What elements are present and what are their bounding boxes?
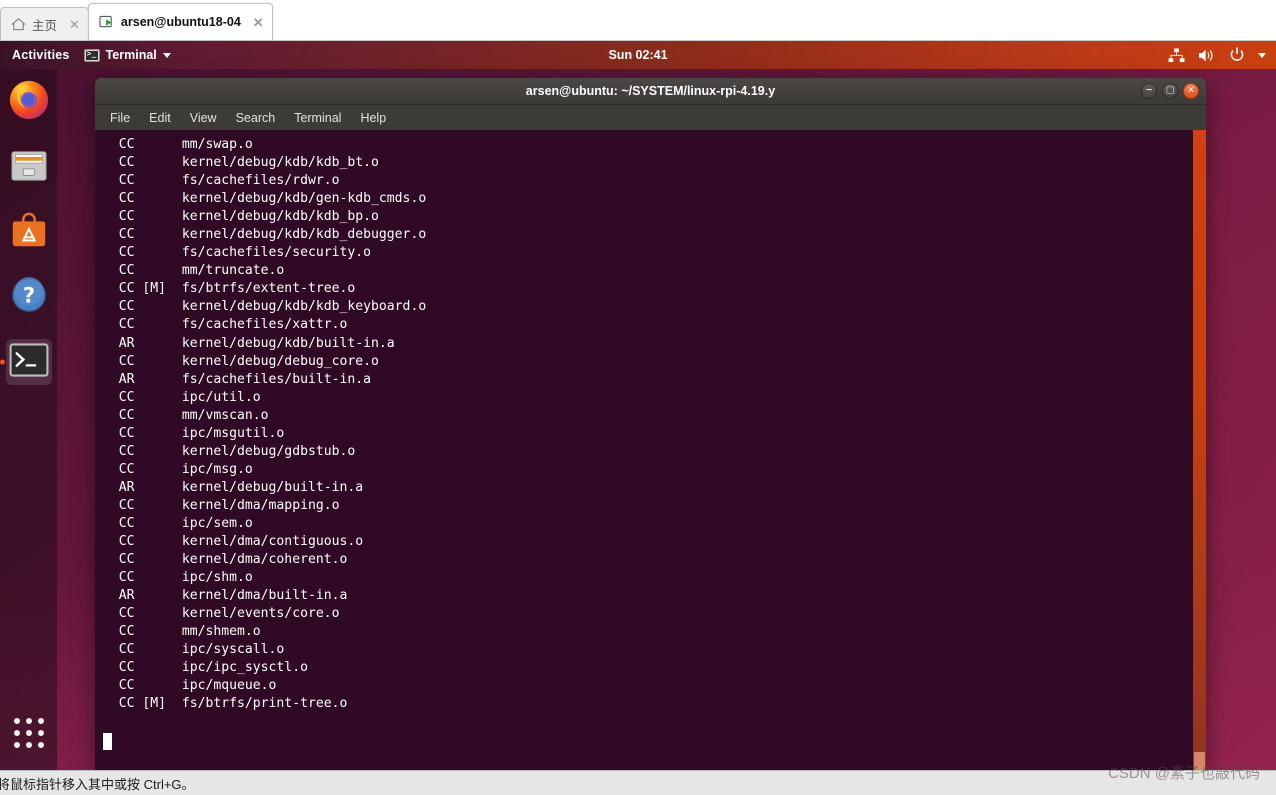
terminal-title: arsen@ubuntu: ~/SYSTEM/linux-rpi-4.19.y xyxy=(525,84,776,98)
clock[interactable]: Sun 02:41 xyxy=(0,48,1276,62)
ubuntu-desktop: Activities Terminal Sun 02:41 xyxy=(0,41,1276,770)
dock-item-firefox[interactable] xyxy=(6,79,52,125)
terminal-window: arsen@ubuntu: ~/SYSTEM/linux-rpi-4.19.y … xyxy=(95,78,1206,770)
terminal-icon xyxy=(83,48,100,62)
terminal-menubar: File Edit View Search Terminal Help xyxy=(95,105,1206,130)
statusbar-hint: 将鼠标指针移入其中或按 Ctrl+G。 xyxy=(0,776,195,792)
viewer-statusbar: 将鼠标指针移入其中或按 Ctrl+G。 xyxy=(0,770,1276,795)
menu-item-search[interactable]: Search xyxy=(228,108,284,128)
gnome-top-panel: Activities Terminal Sun 02:41 xyxy=(0,41,1276,69)
grid-dot xyxy=(37,742,44,748)
grid-dot xyxy=(13,742,20,748)
ubuntu-software-icon xyxy=(9,210,49,255)
close-icon: ✕ xyxy=(1186,85,1196,96)
show-applications-button[interactable] xyxy=(6,710,52,756)
tab-vm-session[interactable]: arsen@ubuntu18-04 ✕ xyxy=(87,3,273,40)
minimize-icon: − xyxy=(1145,85,1153,96)
grid-dot xyxy=(13,718,20,724)
dock-item-ubuntu-software[interactable] xyxy=(6,209,52,255)
terminal-screen[interactable]: CC mm/swap.o CC kernel/debug/kdb/kdb_bt.… xyxy=(95,130,1206,770)
grid-dot xyxy=(37,730,44,736)
maximize-icon: □ xyxy=(1165,85,1175,96)
volume-icon[interactable] xyxy=(1198,48,1216,63)
firefox-icon xyxy=(8,79,50,126)
minimize-button[interactable]: − xyxy=(1141,83,1157,99)
application-window: 主页 ✕ arsen@ubuntu18-04 ✕ Activities Term… xyxy=(0,0,1276,795)
close-button[interactable]: ✕ xyxy=(1183,83,1199,99)
tab-home[interactable]: 主页 ✕ xyxy=(0,7,89,40)
menu-item-help[interactable]: Help xyxy=(352,108,394,128)
window-controls: − □ ✕ xyxy=(1141,83,1199,99)
power-icon[interactable] xyxy=(1229,47,1245,63)
dock-item-terminal[interactable] xyxy=(5,339,52,385)
menu-item-view[interactable]: View xyxy=(182,108,225,128)
grid-dot xyxy=(25,742,32,748)
tab-home-close-icon[interactable]: ✕ xyxy=(69,18,80,31)
maximize-button[interactable]: □ xyxy=(1162,83,1178,99)
ubuntu-dock: ? xyxy=(0,69,57,770)
help-icon: ? xyxy=(9,275,49,320)
chevron-down-icon xyxy=(162,52,171,58)
terminal-cursor xyxy=(103,733,112,750)
viewer-tabstrip: 主页 ✕ arsen@ubuntu18-04 ✕ xyxy=(0,0,1276,41)
vm-screen-icon xyxy=(99,15,115,30)
files-icon xyxy=(9,145,49,190)
tab-vm-session-close-icon[interactable]: ✕ xyxy=(253,16,264,29)
svg-text:?: ? xyxy=(22,283,34,307)
tab-home-label: 主页 xyxy=(32,18,58,33)
grid-dot xyxy=(37,718,44,724)
terminal-scrollbar-thumb[interactable] xyxy=(1194,752,1205,770)
network-icon[interactable] xyxy=(1168,47,1185,63)
activities-button[interactable]: Activities xyxy=(0,48,84,62)
tab-vm-session-label: arsen@ubuntu18-04 xyxy=(120,15,241,29)
terminal-titlebar[interactable]: arsen@ubuntu: ~/SYSTEM/linux-rpi-4.19.y … xyxy=(95,78,1206,105)
menu-item-terminal[interactable]: Terminal xyxy=(286,108,349,128)
menu-item-file[interactable]: File xyxy=(102,108,138,128)
terminal-scrollbar[interactable] xyxy=(1193,130,1206,770)
app-menu-label: Terminal xyxy=(105,48,157,62)
home-icon xyxy=(11,17,26,32)
system-tray[interactable] xyxy=(1168,47,1266,63)
app-menu-button[interactable]: Terminal xyxy=(83,48,171,62)
terminal-output: CC mm/swap.o CC kernel/debug/kdb/kdb_bt.… xyxy=(118,137,427,712)
grid-dot xyxy=(25,730,32,736)
chevron-down-icon[interactable] xyxy=(1258,52,1266,58)
terminal-icon xyxy=(9,342,49,382)
menu-item-edit[interactable]: Edit xyxy=(141,108,179,128)
dock-item-help[interactable]: ? xyxy=(6,274,52,320)
dock-item-files[interactable] xyxy=(6,144,52,190)
grid-dot xyxy=(13,730,20,736)
grid-dot xyxy=(25,718,32,724)
